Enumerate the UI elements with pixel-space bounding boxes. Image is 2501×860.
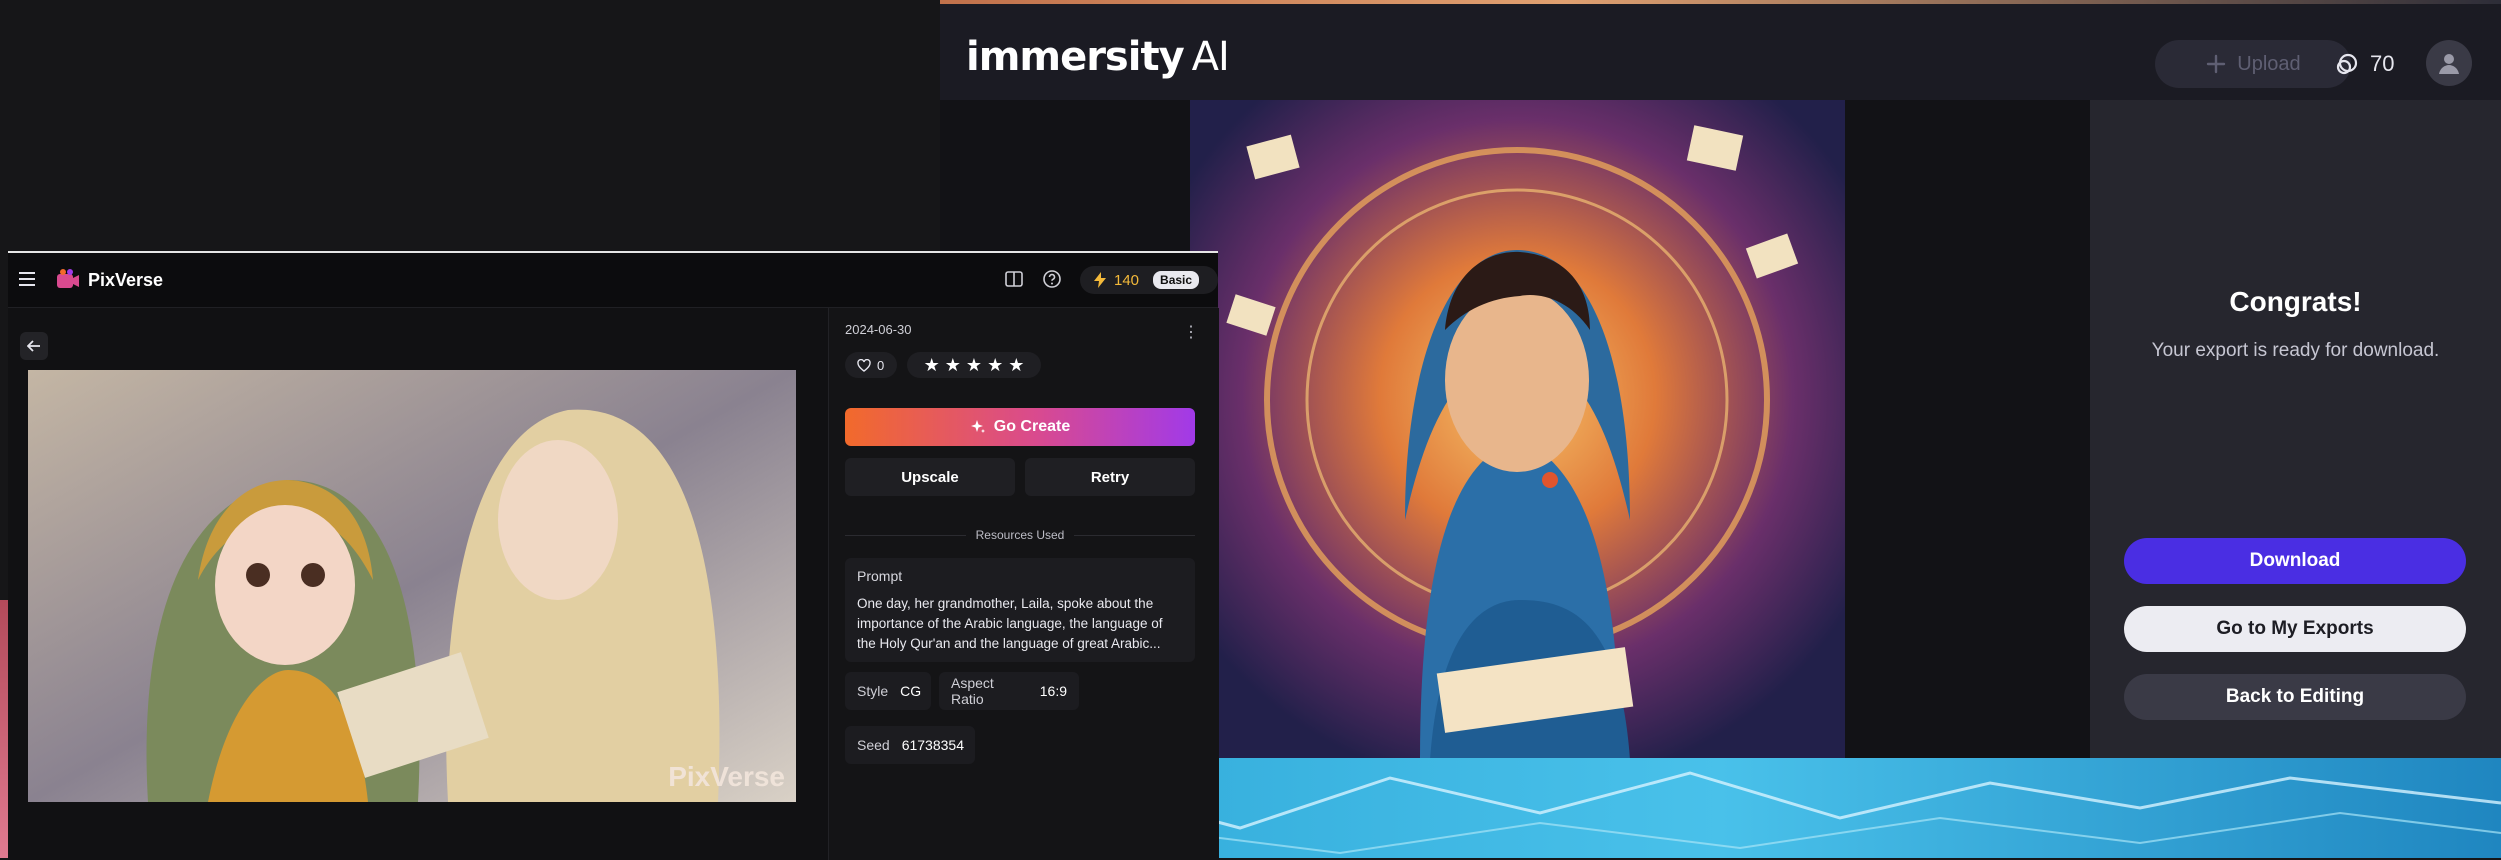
style-value: CG <box>900 683 922 699</box>
generated-image: PixVerse <box>28 370 796 802</box>
go-create-button[interactable]: Go Create <box>845 408 1195 446</box>
star-icon[interactable]: ★ <box>924 355 940 376</box>
pixverse-logo-icon <box>57 269 79 288</box>
upload-label: Upload <box>2237 52 2301 75</box>
watermark-text: PixVerse <box>668 761 785 792</box>
pixverse-app-name: PixVerse <box>88 269 164 290</box>
pixverse-header: PixVerse 140 Basic <box>8 253 1218 308</box>
lightning-icon <box>1094 272 1106 288</box>
aspect-ratio-chip: Aspect Ratio 16:9 <box>939 672 1079 710</box>
logo-ai-text: AI <box>1191 34 1230 80</box>
star-icon[interactable]: ★ <box>1008 355 1024 376</box>
seed-chip: Seed 61738354 <box>845 726 975 764</box>
download-button[interactable]: Download <box>2124 538 2466 584</box>
immersity-logo[interactable]: immersity AI <box>966 34 1230 80</box>
upscale-button[interactable]: Upscale <box>845 458 1015 496</box>
star-icon[interactable]: ★ <box>945 355 961 376</box>
heart-icon <box>857 358 871 372</box>
pixverse-main: PixVerse <box>8 308 828 860</box>
go-to-exports-button[interactable]: Go to My Exports <box>2124 606 2466 652</box>
upload-button[interactable]: Upload <box>2155 40 2351 88</box>
star-icon[interactable]: ★ <box>966 355 982 376</box>
star-rating[interactable]: ★ ★ ★ ★ ★ <box>907 352 1041 378</box>
divider-line <box>1074 534 1195 536</box>
retry-button[interactable]: Retry <box>1025 458 1195 496</box>
book-icon[interactable] <box>1004 269 1024 289</box>
pixverse-credits[interactable]: 140 Basic <box>1080 266 1218 294</box>
user-avatar[interactable] <box>2426 40 2472 86</box>
go-create-label: Go Create <box>993 418 1071 435</box>
seed-label: Seed <box>857 737 890 753</box>
prompt-label: Prompt <box>857 568 903 584</box>
sparkle-icon <box>970 420 985 433</box>
congrats-title: Congrats! <box>2229 286 2362 317</box>
pixverse-logo[interactable]: PixVerse <box>56 268 163 292</box>
creation-date: 2024-06-30 <box>845 322 912 337</box>
credits-counter[interactable]: 70 <box>2334 46 2394 82</box>
export-panel: Congrats! Your export is ready for downl… <box>2090 100 2501 758</box>
star-icon[interactable]: ★ <box>987 355 1003 376</box>
aspect-ratio-label: Aspect Ratio <box>951 675 994 707</box>
menu-icon[interactable] <box>18 270 36 288</box>
aspect-ratio-value: 16:9 <box>1039 683 1067 699</box>
pixverse-details-panel: 2024-06-30 ⋮ 0 ★ ★ ★ ★ ★ Go Create Upsca… <box>828 308 1219 860</box>
resources-divider: Resources Used <box>845 526 1195 544</box>
logo-text: immersity <box>966 34 1185 80</box>
help-icon[interactable] <box>1042 269 1062 289</box>
style-chip: Style CG <box>845 672 931 710</box>
seed-value: 61738354 <box>901 737 964 753</box>
like-button[interactable]: 0 <box>845 352 897 378</box>
immersity-header: immersity AI Upload 70 <box>940 4 2501 100</box>
back-to-editing-button[interactable]: Back to Editing <box>2124 674 2466 720</box>
credits-icon <box>2336 53 2358 75</box>
arrow-left-icon <box>27 340 40 352</box>
resources-label: Resources Used <box>975 528 1065 542</box>
prompt-box: Prompt One day, her grandmother, Laila, … <box>845 558 1195 662</box>
credits-value: 70 <box>2370 51 2395 76</box>
style-label: Style <box>857 683 889 699</box>
user-icon <box>2439 54 2459 74</box>
more-options-icon[interactable]: ⋮ <box>1183 322 1199 342</box>
export-ready-text: Your export is ready for download. <box>2151 340 2440 361</box>
prompt-text: One day, her grandmother, Laila, spoke a… <box>857 596 1163 651</box>
back-button[interactable] <box>20 332 48 360</box>
like-count: 0 <box>877 357 885 373</box>
pixverse-window: PixVerse 140 Basic PixVerse 2024-06-30 ⋮… <box>8 251 1219 860</box>
plus-icon <box>2207 54 2226 74</box>
divider-line <box>845 534 966 536</box>
plan-badge: Basic <box>1153 271 1200 289</box>
pixverse-credits-value: 140 <box>1114 271 1140 289</box>
preview-image <box>1190 100 1845 758</box>
